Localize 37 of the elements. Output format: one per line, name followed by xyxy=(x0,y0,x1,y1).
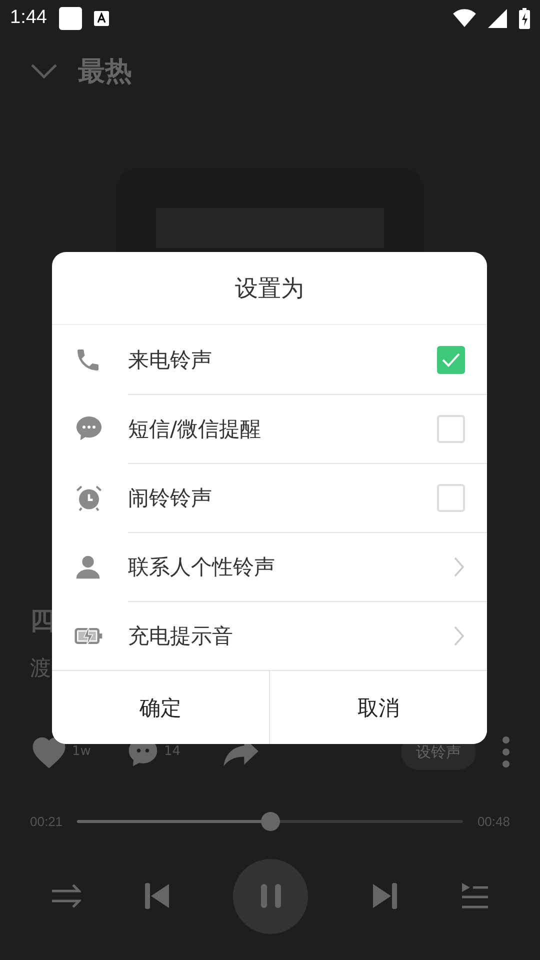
option-row[interactable]: 充电提示音 xyxy=(128,601,487,670)
signal-icon xyxy=(488,8,507,28)
option-label: 闹铃铃声 xyxy=(128,485,213,512)
wifi-icon xyxy=(453,8,476,28)
checkbox[interactable] xyxy=(437,415,465,443)
option-label: 联系人个性铃声 xyxy=(128,554,276,581)
check-icon xyxy=(441,352,461,368)
keyboard-icon xyxy=(94,10,109,26)
option-label: 来电铃声 xyxy=(128,346,213,374)
battery-icon xyxy=(519,8,530,28)
option-label: 充电提示音 xyxy=(128,623,234,650)
checkbox[interactable] xyxy=(437,346,465,374)
progress-thumb[interactable] xyxy=(261,812,280,830)
dialog-title: 设置为 xyxy=(235,274,304,304)
pause-icon xyxy=(260,884,282,908)
more-icon[interactable] xyxy=(502,736,510,768)
page-title: 最热 xyxy=(78,55,132,89)
dialog-button[interactable]: 取消 xyxy=(269,671,487,744)
option-row[interactable]: 联系人个性铃声 xyxy=(128,532,487,601)
chevron-right-icon xyxy=(453,556,465,578)
option-row[interactable]: 来电铃声 xyxy=(52,325,487,394)
option-row[interactable]: 短信/微信提醒 xyxy=(128,394,487,463)
repeat-order-icon[interactable] xyxy=(51,882,82,910)
alarm-clock-icon xyxy=(74,483,104,513)
chevron-down-icon[interactable] xyxy=(30,63,58,79)
next-icon[interactable] xyxy=(370,882,399,910)
playlist-icon[interactable] xyxy=(460,882,489,910)
chevron-right-icon xyxy=(453,625,465,647)
heart-icon[interactable] xyxy=(30,735,68,769)
option-row[interactable]: 闹铃铃声 xyxy=(128,463,487,532)
person-icon xyxy=(74,553,102,581)
checkbox[interactable] xyxy=(437,484,465,512)
notification-square-icon xyxy=(58,6,82,30)
progress-track[interactable] xyxy=(76,820,464,822)
status-time: 1:44 xyxy=(10,7,47,29)
option-label: 短信/微信提醒 xyxy=(128,416,262,443)
previous-icon[interactable] xyxy=(143,882,172,910)
